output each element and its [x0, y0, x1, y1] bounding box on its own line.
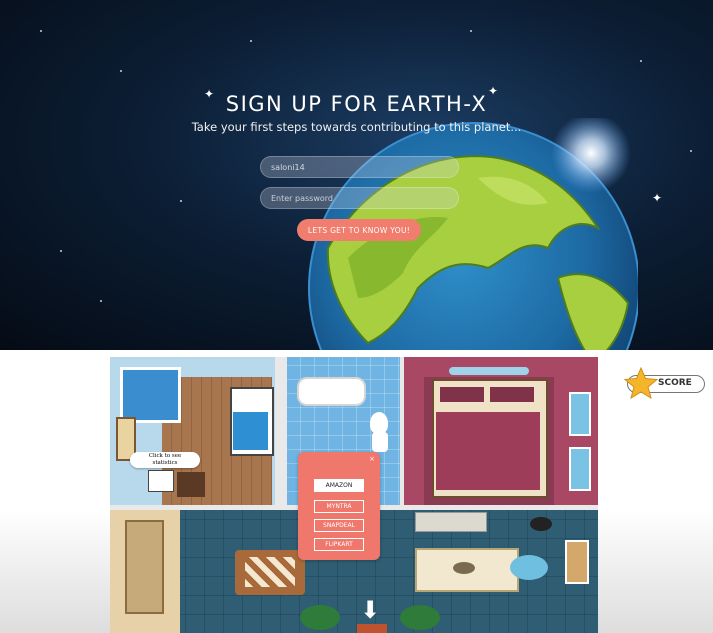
plant [300, 605, 340, 630]
doormat [357, 624, 387, 633]
wardrobe [120, 367, 181, 423]
sink [372, 432, 388, 452]
tooltip-line-2: statistics [152, 460, 178, 466]
star-dot [250, 40, 252, 42]
window [569, 392, 591, 436]
window [565, 540, 589, 584]
statistics-tooltip[interactable]: Click to see statistics [130, 452, 200, 468]
star-dot [120, 70, 122, 72]
star-dot [60, 250, 62, 252]
bed-blanket [436, 412, 540, 490]
menu-item-amazon[interactable]: AMAZON [314, 479, 364, 492]
shopping-menu: × AMAZON MYNTRA SNAPDEAL FLIPKART [298, 452, 380, 560]
speaker [530, 517, 552, 531]
pillow [490, 387, 534, 402]
close-icon[interactable]: × [369, 455, 375, 463]
toilet [370, 412, 388, 434]
desk [148, 470, 174, 492]
sofa [415, 512, 487, 532]
star-dot [40, 30, 42, 32]
menu-item-flipkart[interactable]: FLIPKART [314, 538, 364, 551]
star-icon [624, 367, 658, 399]
star-dot [640, 60, 642, 62]
password-field[interactable] [260, 187, 459, 209]
bathtub [297, 377, 366, 406]
star-dot [180, 200, 182, 202]
signup-hero: ✦ ✦ ✦ SIGN UP FOR EARTH-X Take your firs… [0, 0, 713, 350]
menu-item-snapdeal[interactable]: SNAPDEAL [314, 519, 364, 532]
signup-subtitle: Take your first steps towards contributi… [191, 120, 522, 134]
username-field[interactable] [260, 156, 459, 178]
plant [400, 605, 440, 630]
round-table [510, 555, 548, 580]
score-button[interactable]: SCORE [624, 367, 705, 399]
down-arrow-icon[interactable]: ⬇ [360, 598, 380, 622]
signup-title: SIGN UP FOR EARTH-X [225, 92, 488, 116]
kitchen-cabinet [125, 520, 164, 614]
star-dot [690, 150, 692, 152]
bedroom-blue[interactable] [110, 357, 275, 505]
coffee-table [453, 562, 475, 574]
window [569, 447, 591, 491]
tooltip-line-1: Click to see [148, 453, 182, 459]
pillow [440, 387, 484, 402]
ceiling-light [449, 367, 529, 375]
score-label: SCORE [658, 378, 692, 388]
sparkle-icon: ✦ [652, 191, 663, 205]
table-cloth [245, 557, 295, 587]
signup-submit-button[interactable]: LETS GET TO KNOW YOU! [297, 219, 421, 241]
star-dot [100, 300, 102, 302]
menu-item-myntra[interactable]: MYNTRA [314, 500, 364, 513]
bedroom-maroon[interactable] [404, 357, 598, 505]
chair [177, 472, 205, 497]
star-dot [470, 30, 472, 32]
blanket [233, 412, 268, 450]
